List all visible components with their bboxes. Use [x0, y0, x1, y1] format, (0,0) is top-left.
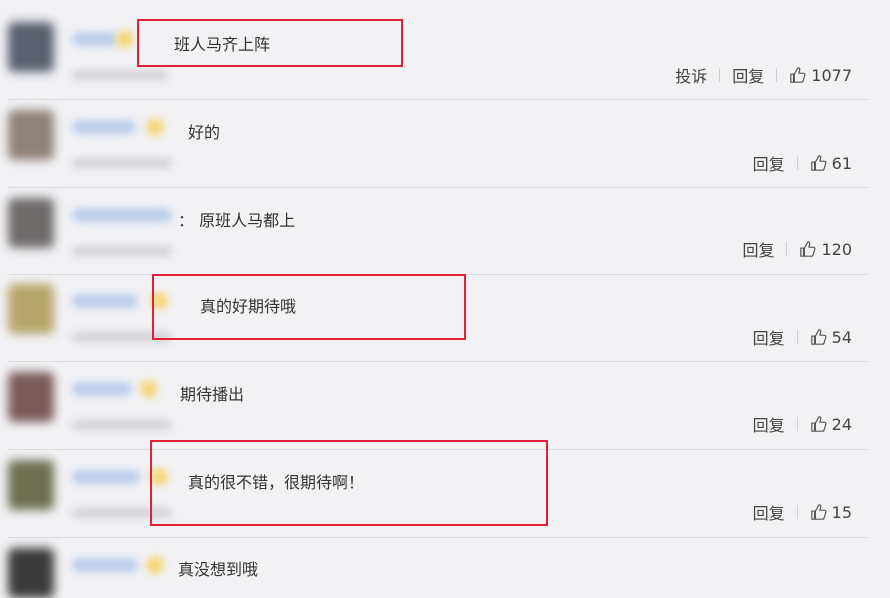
highlight-box [150, 440, 548, 526]
avatar[interactable] [8, 110, 54, 160]
avatar[interactable] [8, 460, 54, 510]
comment-actions: 回复 24 [753, 412, 852, 436]
comment-actions: 回复 15 [753, 500, 852, 524]
username[interactable] [72, 470, 140, 484]
comment-meta [72, 70, 168, 80]
like-count: 15 [831, 502, 852, 522]
like-button[interactable]: 15 [810, 503, 852, 522]
thumbs-up-icon [810, 155, 827, 171]
comment-actions: 投诉 回复 1077 [675, 63, 852, 87]
comment-actions: 回复 54 [753, 325, 852, 349]
divider [786, 242, 788, 256]
comment-actions: 回复 61 [753, 151, 852, 175]
reply-button[interactable]: 回复 [753, 412, 785, 436]
divider [796, 156, 798, 170]
highlight-box [137, 19, 403, 67]
like-button[interactable]: 61 [810, 154, 852, 173]
comment-list: 班人马齐上阵 投诉 回复 1077 好的 回复 61 ： 原班人马都上 回复 1… [0, 0, 890, 598]
comment-item: 真没想到哦 [0, 538, 890, 598]
comment-actions: 回复 120 [742, 237, 852, 261]
comment-meta [72, 158, 172, 168]
like-count: 54 [831, 327, 852, 347]
like-count: 1077 [811, 65, 852, 85]
like-count: 120 [821, 239, 852, 259]
comment-meta [72, 420, 172, 430]
thumbs-up-icon [810, 416, 827, 432]
avatar[interactable] [8, 22, 54, 72]
reply-button[interactable]: 回复 [742, 237, 774, 261]
username[interactable] [72, 382, 132, 396]
username[interactable] [72, 208, 172, 222]
comment-item: ： 原班人马都上 回复 120 [0, 188, 890, 276]
divider [776, 68, 778, 82]
comment-meta [72, 246, 172, 256]
like-button[interactable]: 120 [799, 240, 852, 259]
comment-text: 期待播出 [180, 385, 245, 404]
username[interactable] [72, 120, 136, 134]
like-button[interactable]: 1077 [789, 66, 852, 85]
comment-item: 班人马齐上阵 投诉 回复 1077 [0, 0, 890, 100]
comment-item: 好的 回复 61 [0, 100, 890, 188]
comment-item: 期待播出 回复 24 [0, 362, 890, 450]
divider [796, 417, 798, 431]
username[interactable] [72, 294, 138, 308]
like-count: 61 [831, 153, 852, 173]
comment-text: ： 原班人马都上 [178, 211, 296, 230]
like-count: 24 [831, 414, 852, 434]
reply-button[interactable]: 回复 [732, 63, 764, 87]
avatar[interactable] [8, 548, 54, 598]
comment-text: 真没想到哦 [178, 560, 259, 579]
thumbs-up-icon [800, 241, 816, 257]
divider [796, 505, 798, 519]
like-button[interactable]: 24 [810, 415, 852, 434]
badge-icon [146, 118, 164, 136]
report-button[interactable]: 投诉 [675, 63, 707, 87]
badge-icon [140, 380, 158, 398]
reply-button[interactable]: 回复 [753, 325, 785, 349]
avatar[interactable] [8, 198, 54, 248]
thumbs-up-icon [810, 504, 827, 520]
avatar[interactable] [8, 372, 54, 422]
username[interactable] [72, 558, 138, 572]
thumbs-up-icon [810, 329, 827, 345]
like-button[interactable]: 54 [810, 328, 852, 347]
avatar[interactable] [8, 284, 54, 334]
reply-button[interactable]: 回复 [753, 500, 785, 524]
comment-text: 好的 [188, 123, 221, 142]
thumbs-up-icon [790, 67, 806, 83]
username[interactable] [72, 32, 118, 46]
divider [796, 330, 798, 344]
reply-button[interactable]: 回复 [753, 151, 785, 175]
highlight-box [152, 274, 466, 340]
badge-icon [116, 30, 134, 48]
badge-icon [146, 556, 164, 574]
divider [719, 68, 721, 82]
